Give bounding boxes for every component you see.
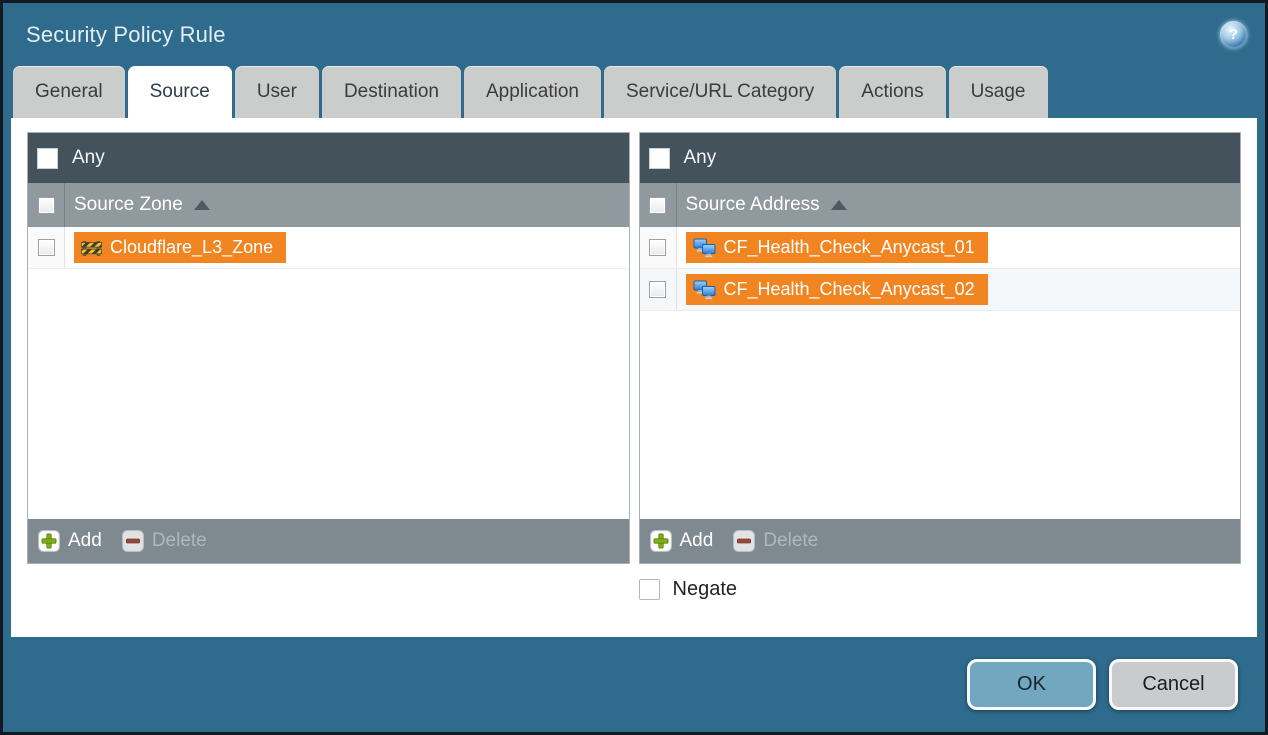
source-address-any-label: Any bbox=[684, 147, 717, 169]
zone-chip[interactable]: Cloudflare_L3_Zone bbox=[74, 232, 286, 263]
tab-application[interactable]: Application bbox=[464, 66, 601, 118]
address-icon bbox=[693, 280, 716, 300]
add-icon bbox=[38, 530, 60, 552]
negate-label: Negate bbox=[673, 578, 738, 601]
delete-button[interactable]: Delete bbox=[733, 530, 818, 552]
source-zone-any-header: Any bbox=[28, 133, 629, 183]
source-address-select-all-checkbox[interactable] bbox=[649, 197, 666, 214]
source-zone-rows: Cloudflare_L3_Zone bbox=[28, 227, 629, 519]
panels: Any Source Zone bbox=[27, 132, 1241, 564]
source-address-any-header: Any bbox=[640, 133, 1241, 183]
delete-button-label: Delete bbox=[763, 530, 818, 552]
add-button[interactable]: Add bbox=[650, 530, 714, 552]
source-zone-column-label: Source Zone bbox=[74, 194, 183, 216]
source-zone-panel: Any Source Zone bbox=[27, 132, 630, 564]
add-button-label: Add bbox=[68, 530, 102, 552]
titlebar: Security Policy Rule ? bbox=[3, 3, 1265, 66]
help-icon[interactable]: ? bbox=[1220, 21, 1247, 48]
source-address-any-checkbox[interactable] bbox=[649, 148, 670, 169]
source-zone-select-all-checkbox[interactable] bbox=[38, 197, 55, 214]
tab-bar: General Source User Destination Applicat… bbox=[3, 66, 1265, 118]
address-chip-label: CF_Health_Check_Anycast_02 bbox=[724, 279, 975, 300]
zone-icon bbox=[81, 239, 102, 257]
zone-chip-label: Cloudflare_L3_Zone bbox=[110, 237, 273, 258]
security-policy-rule-dialog: Security Policy Rule ? General Source Us… bbox=[0, 0, 1268, 735]
row-checkbox[interactable] bbox=[649, 281, 666, 298]
add-button[interactable]: Add bbox=[38, 530, 102, 552]
table-row[interactable]: Cloudflare_L3_Zone bbox=[28, 227, 629, 269]
add-icon bbox=[650, 530, 672, 552]
negate-strip: Negate bbox=[27, 578, 1241, 601]
dialog-footer: OK Cancel bbox=[3, 637, 1265, 732]
row-checkbox[interactable] bbox=[38, 239, 55, 256]
tab-actions[interactable]: Actions bbox=[839, 66, 945, 118]
source-zone-any-label: Any bbox=[72, 147, 105, 169]
table-row[interactable]: CF_Health_Check_Anycast_01 bbox=[640, 227, 1241, 269]
tab-source[interactable]: Source bbox=[128, 66, 232, 118]
dialog-title: Security Policy Rule bbox=[26, 22, 1220, 48]
address-chip[interactable]: CF_Health_Check_Anycast_02 bbox=[686, 274, 988, 305]
add-button-label: Add bbox=[680, 530, 714, 552]
delete-icon bbox=[733, 530, 755, 552]
sort-ascending-icon bbox=[831, 200, 847, 210]
address-chip-label: CF_Health_Check_Anycast_01 bbox=[724, 237, 975, 258]
delete-icon bbox=[122, 530, 144, 552]
source-address-panel: Any Source Address bbox=[639, 132, 1242, 564]
address-chip[interactable]: CF_Health_Check_Anycast_01 bbox=[686, 232, 988, 263]
source-address-column-label: Source Address bbox=[686, 194, 820, 216]
cancel-button[interactable]: Cancel bbox=[1109, 659, 1238, 710]
row-checkbox[interactable] bbox=[649, 239, 666, 256]
source-zone-any-checkbox[interactable] bbox=[37, 148, 58, 169]
source-address-rows: CF_Health_Check_Anycast_01 bbox=[640, 227, 1241, 519]
ok-button[interactable]: OK bbox=[967, 659, 1096, 710]
tab-destination[interactable]: Destination bbox=[322, 66, 461, 118]
negate-checkbox[interactable] bbox=[639, 579, 660, 600]
source-address-column-header[interactable]: Source Address bbox=[640, 183, 1241, 227]
table-row[interactable]: CF_Health_Check_Anycast_02 bbox=[640, 269, 1241, 311]
tab-user[interactable]: User bbox=[235, 66, 319, 118]
delete-button-label: Delete bbox=[152, 530, 207, 552]
address-icon bbox=[693, 238, 716, 258]
source-zone-column-header[interactable]: Source Zone bbox=[28, 183, 629, 227]
tab-general[interactable]: General bbox=[13, 66, 125, 118]
tab-usage[interactable]: Usage bbox=[949, 66, 1048, 118]
source-tab-content: Any Source Zone bbox=[11, 118, 1257, 637]
source-address-toolbar: Add Delete bbox=[640, 519, 1241, 563]
source-zone-toolbar: Add Delete bbox=[28, 519, 629, 563]
delete-button[interactable]: Delete bbox=[122, 530, 207, 552]
sort-ascending-icon bbox=[194, 200, 210, 210]
tab-service-url-category[interactable]: Service/URL Category bbox=[604, 66, 836, 118]
